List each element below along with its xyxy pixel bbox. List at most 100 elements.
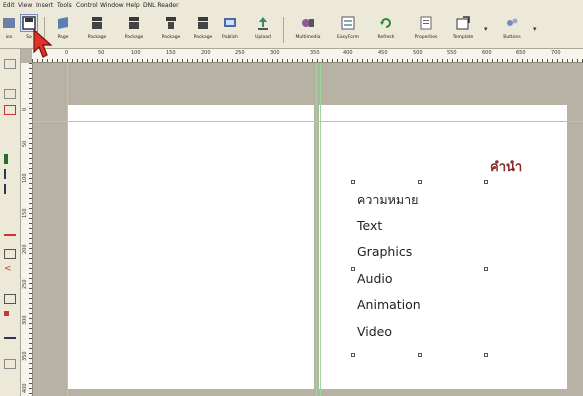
ruler-label: 100	[22, 173, 28, 183]
ruler-label: 700	[551, 50, 561, 56]
properties-icon	[420, 16, 432, 30]
easyform-icon	[341, 16, 355, 30]
selection-handle[interactable]	[418, 353, 422, 357]
menu-window[interactable]: Window	[100, 0, 124, 11]
horizontal-ruler: 0 50 100 150 200 250 300 350 400 450 500…	[32, 49, 583, 63]
package-button-1[interactable]: Package	[79, 13, 115, 47]
ruler-ticks	[29, 63, 32, 396]
ruler-label: 0	[65, 50, 69, 56]
tool-button[interactable]	[4, 59, 16, 69]
ruler-label: 500	[413, 50, 423, 56]
menu-tools[interactable]: Tools	[57, 0, 72, 11]
ruler-label: 650	[516, 50, 526, 56]
ruler-label: 400	[22, 383, 28, 393]
selection-handle[interactable]	[484, 180, 488, 184]
tool-button[interactable]	[4, 234, 16, 244]
template-label: Template	[452, 35, 474, 40]
left-page[interactable]	[67, 105, 314, 389]
ruler-label: 0	[22, 107, 28, 111]
package-icon	[92, 17, 102, 29]
tool-button[interactable]	[4, 249, 16, 259]
tool-button[interactable]	[4, 294, 16, 304]
multimedia-icon	[302, 19, 314, 27]
text-tool-icon[interactable]	[4, 154, 8, 164]
selection-handle[interactable]	[418, 180, 422, 184]
toolbar-partial-label: ion	[5, 35, 13, 40]
page-title: คำนำ	[490, 160, 523, 175]
properties-button[interactable]: Properties	[407, 13, 445, 47]
package-button-3[interactable]: Package	[153, 13, 189, 47]
upload-label: Upload	[255, 35, 271, 40]
package-label-1: Package	[87, 35, 107, 40]
menu-item-text[interactable]: Text	[357, 218, 382, 233]
ruler-label: 600	[482, 50, 492, 56]
pointer-cursor-icon	[33, 28, 53, 58]
buttons-dropdown-arrow[interactable]: ▾	[533, 25, 537, 33]
menu-insert[interactable]: Insert	[36, 0, 53, 11]
package-label-2: Package	[124, 35, 144, 40]
buttons-button[interactable]: Buttons	[494, 13, 530, 47]
menu-view[interactable]: View	[18, 0, 32, 11]
ruler-label: 200	[22, 244, 28, 254]
tool-button[interactable]	[4, 359, 16, 369]
menu-item-audio[interactable]: Audio	[357, 271, 393, 286]
ruler-label: 450	[378, 50, 388, 56]
guide-line[interactable]	[67, 63, 68, 396]
tool-button[interactable]	[4, 329, 16, 339]
buttons-label: Buttons	[503, 35, 521, 40]
package-icon	[166, 17, 176, 29]
package-button-2[interactable]: Package	[116, 13, 152, 47]
selection-handle[interactable]	[351, 353, 355, 357]
ruler-label: 550	[447, 50, 457, 56]
publish-icon	[224, 18, 236, 27]
menu-item-meaning[interactable]: ความหมาย	[357, 190, 418, 210]
menu-control[interactable]: Control	[76, 0, 98, 11]
toolbar-separator	[283, 17, 284, 43]
tool-button[interactable]	[4, 311, 9, 316]
ruler-label: 300	[270, 50, 280, 56]
tool-button[interactable]	[4, 89, 16, 99]
selection-handle[interactable]	[351, 267, 355, 271]
tool-button[interactable]	[4, 184, 16, 194]
ruler-label: 400	[343, 50, 353, 56]
package-button-4[interactable]: Package	[189, 13, 217, 47]
menu-item-video[interactable]: Video	[357, 324, 392, 339]
menu-bar: Edit View Insert Tools Control Window He…	[0, 0, 583, 11]
guide-line[interactable]	[316, 63, 317, 396]
selection-handle[interactable]	[484, 353, 488, 357]
ruler-label: 300	[22, 315, 28, 325]
ruler-label: 150	[22, 208, 28, 218]
menu-item-graphics[interactable]: Graphics	[357, 244, 412, 259]
multimedia-label: Multimedia	[295, 35, 321, 40]
selection-handle[interactable]	[484, 267, 488, 271]
publish-button[interactable]: Publish	[218, 13, 242, 47]
upload-button[interactable]: Upload	[250, 13, 276, 47]
menu-dnl-reader[interactable]: DNL Reader	[143, 0, 179, 11]
refresh-button[interactable]: Refresh	[370, 13, 402, 47]
menu-help[interactable]: Help	[126, 0, 140, 11]
template-icon	[456, 16, 470, 30]
guide-line[interactable]	[320, 63, 321, 396]
tool-button[interactable]	[4, 105, 16, 115]
main-toolbar: ion Sa Page Package Package Package Pack…	[0, 11, 583, 49]
package-icon	[129, 17, 139, 29]
ruler-label: 250	[22, 279, 28, 289]
ruler-label: 150	[166, 50, 176, 56]
multimedia-button[interactable]: Multimedia	[288, 13, 328, 47]
toolbox-icon	[3, 18, 15, 28]
selection-handle[interactable]	[351, 180, 355, 184]
left-toolbox: <	[0, 49, 21, 396]
template-dropdown-arrow[interactable]: ▾	[484, 25, 488, 33]
pointer-tool-icon[interactable]: <	[4, 264, 16, 274]
menu-item-animation[interactable]: Animation	[357, 297, 421, 312]
page-icon	[58, 17, 68, 29]
toolbar-partial-button[interactable]: ion	[0, 13, 18, 47]
ruler-label: 250	[235, 50, 245, 56]
menu-edit[interactable]: Edit	[3, 0, 15, 11]
ruler-label: 350	[22, 351, 28, 361]
guide-line[interactable]	[33, 121, 583, 122]
easyform-button[interactable]: EasyForm	[331, 13, 365, 47]
template-button[interactable]: Template	[446, 13, 480, 47]
tool-button[interactable]	[4, 169, 16, 179]
buttons-icon	[507, 18, 518, 26]
